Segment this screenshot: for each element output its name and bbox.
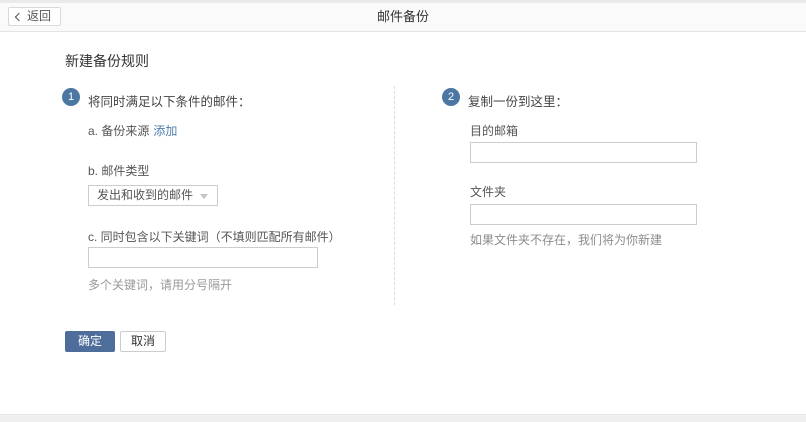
add-source-link[interactable]: 添加 — [153, 124, 177, 138]
confirm-button[interactable]: 确定 — [65, 331, 115, 352]
backup-source-row: a. 备份来源添加 — [88, 122, 177, 139]
page-title: 邮件备份 — [0, 3, 806, 31]
destination-mailbox-input[interactable] — [470, 142, 697, 163]
form-heading: 新建备份规则 — [65, 51, 149, 71]
step1-title: 将同时满足以下条件的邮件： — [88, 91, 251, 110]
back-button-label: 返回 — [27, 8, 51, 25]
mail-type-select[interactable]: 发出和收到的邮件 — [88, 185, 218, 206]
chevron-left-icon — [15, 12, 23, 20]
step2-number-badge: 2 — [442, 88, 460, 106]
cancel-button[interactable]: 取消 — [120, 331, 166, 352]
step2-title: 复制一份到这里： — [468, 91, 568, 110]
folder-hint: 如果文件夹不存在，我们将为你新建 — [470, 231, 662, 248]
caret-down-icon — [200, 194, 208, 199]
topbar: 邮件备份 返回 — [0, 3, 806, 32]
mail-type-label: b. 邮件类型 — [88, 162, 149, 179]
step1-number-badge: 1 — [62, 88, 80, 106]
keywords-input[interactable] — [88, 247, 318, 268]
folder-label: 文件夹 — [470, 183, 506, 200]
destination-mailbox-label: 目的邮箱 — [470, 122, 518, 139]
backup-source-label: a. 备份来源 — [88, 124, 149, 138]
mail-type-selected-value: 发出和收到的邮件 — [97, 188, 193, 202]
back-button[interactable]: 返回 — [8, 7, 61, 26]
folder-input[interactable] — [470, 204, 697, 225]
column-divider — [394, 86, 395, 305]
keywords-label: c. 同时包含以下关键词（不填则匹配所有邮件） — [88, 228, 341, 245]
keywords-hint: 多个关键词，请用分号隔开 — [88, 276, 232, 293]
bottom-strip — [0, 414, 806, 422]
